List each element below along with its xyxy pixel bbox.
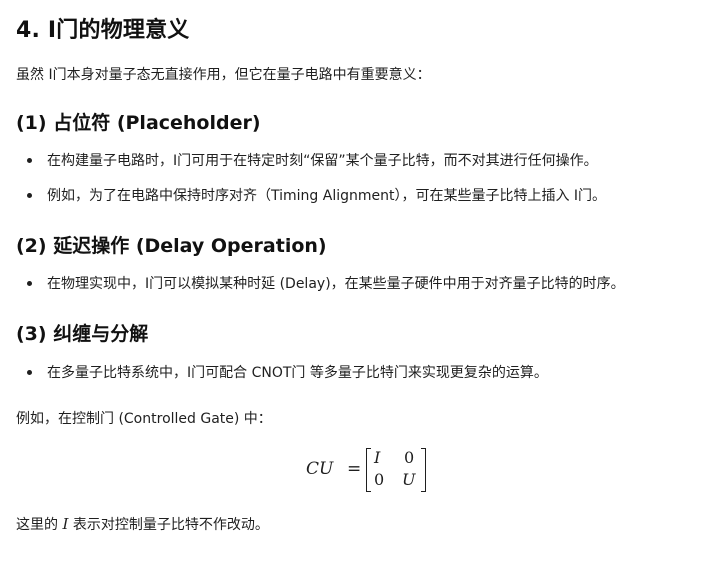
example-paragraph: 例如，在控制门 (Controlled Gate) 中： xyxy=(16,411,272,427)
closing-prefix: 这里的 xyxy=(16,517,63,533)
list-item-text: 在构建量子电路时，I门可用于在特定时刻“保留”某个量子比特，而不对其进行任何操作… xyxy=(47,153,598,169)
matrix-left-bracket xyxy=(366,448,371,492)
section-heading-delay: (2) 延迟操作 (Delay Operation) xyxy=(16,235,327,257)
closing-paragraph: 这里的 I 表示对控制量子比特不作改动。 xyxy=(16,514,269,534)
matrix-cell: 0 xyxy=(404,448,415,467)
matrix-cell: U xyxy=(402,470,416,489)
bullet-dot xyxy=(27,281,32,286)
section-heading-entanglement: (3) 纠缠与分解 xyxy=(16,323,149,345)
matrix: I 0 0 U xyxy=(366,448,426,492)
matrix-right-bracket xyxy=(421,448,426,492)
closing-suffix: 表示对控制量子比特不作改动。 xyxy=(68,517,269,533)
equation-lhs: CU xyxy=(306,459,334,479)
intro-paragraph: 虽然 I门本身对量子态无直接作用，但它在量子电路中有重要意义： xyxy=(16,67,431,83)
list-item-text: 在多量子比特系统中，I门可配合 CNOT门 等多量子比特门来实现更复杂的运算。 xyxy=(47,365,548,381)
page-title: 4. I门的物理意义 xyxy=(16,18,190,43)
matrix-cell: I xyxy=(374,448,381,467)
bullet-dot xyxy=(27,158,32,163)
equals-sign: = xyxy=(347,459,362,479)
section-heading-placeholder: (1) 占位符 (Placeholder) xyxy=(16,112,261,134)
bullet-dot xyxy=(27,193,32,198)
controlled-gate-equation: CU = I 0 0 U xyxy=(306,447,436,495)
list-item-text: 在物理实现中，I门可以模拟某种时延 (Delay)，在某些量子硬件中用于对齐量子… xyxy=(47,276,625,292)
bullet-dot xyxy=(27,370,32,375)
matrix-cell: 0 xyxy=(374,470,385,489)
list-item-text: 例如，为了在电路中保持时序对齐（Timing Alignment），可在某些量子… xyxy=(47,188,607,204)
